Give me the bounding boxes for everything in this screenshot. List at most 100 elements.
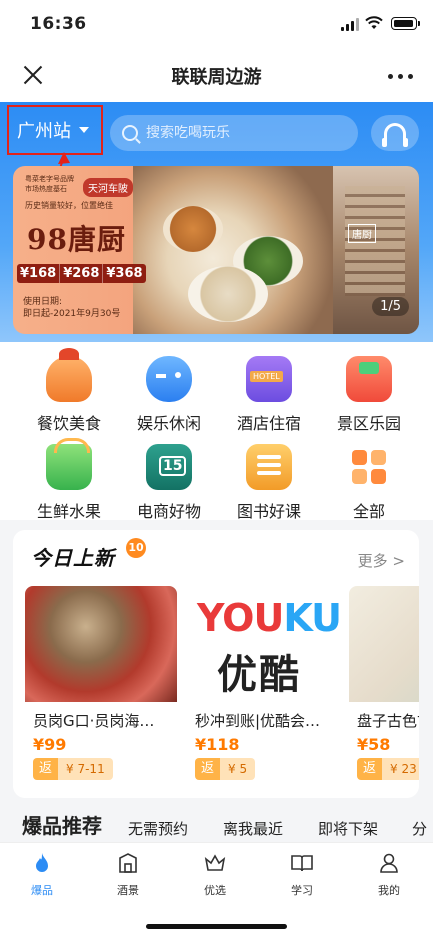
youku-logo-cn: 优酷 bbox=[217, 652, 301, 698]
category-hotel[interactable]: 酒店住宿 bbox=[219, 356, 319, 434]
hotel-building-icon bbox=[119, 853, 137, 873]
tab-hot-picks[interactable]: 爆品推荐 bbox=[22, 810, 102, 839]
category-label: 景区乐园 bbox=[336, 414, 401, 433]
rebate-tag: 返 ¥ 5 bbox=[195, 758, 256, 780]
product-name: 盘子古色古 bbox=[357, 712, 419, 730]
search-icon bbox=[122, 125, 138, 141]
tab-hotel-scenic[interactable]: 酒景 bbox=[98, 851, 158, 898]
banner-page-indicator: 1/5 bbox=[372, 297, 409, 316]
banner-price: ¥168 bbox=[17, 264, 61, 283]
product-price: ¥99 bbox=[33, 735, 67, 754]
category-all[interactable]: 全部 bbox=[319, 444, 419, 522]
rebate-value: ¥ 7-11 bbox=[58, 758, 113, 780]
tab-label: 爆品 bbox=[31, 884, 53, 897]
status-time: 16:36 bbox=[30, 14, 87, 34]
crown-basket-icon bbox=[204, 854, 226, 871]
rebate-label: 返 bbox=[357, 758, 383, 780]
product-name: 秒冲到账|优酷会… bbox=[195, 712, 321, 730]
category-food[interactable]: 餐饮美食 bbox=[19, 348, 119, 434]
tab-mine[interactable]: 我的 bbox=[359, 851, 419, 898]
product-card[interactable]: 员岗G口·员岗海… ¥99 返 ¥ 7-11 bbox=[25, 586, 177, 782]
tab-label: 优选 bbox=[204, 884, 226, 897]
product-image bbox=[25, 586, 177, 702]
section-title: 今日上新 bbox=[31, 546, 115, 570]
category-books[interactable]: 图书好课 bbox=[219, 444, 319, 522]
category-label: 餐饮美食 bbox=[36, 414, 101, 433]
headset-icon bbox=[382, 123, 408, 147]
more-link[interactable]: 更多 > bbox=[358, 550, 405, 571]
tab-learning[interactable]: 学习 bbox=[272, 851, 332, 898]
gamepad-icon bbox=[146, 356, 192, 402]
tab-preferred[interactable]: 优选 bbox=[185, 851, 245, 898]
promo-banner[interactable]: 唐厨 粤菜老字号品牌 市场热度基石 天河车陂 历史销量较好，位置绝佳 98唐厨 … bbox=[13, 166, 419, 334]
rebate-label: 返 bbox=[195, 758, 221, 780]
banner-price: ¥268 bbox=[60, 264, 104, 283]
banner-price: ¥368 bbox=[106, 266, 143, 281]
nav-bar: 联联周边游 bbox=[0, 48, 433, 102]
shopping-bag-icon bbox=[146, 444, 192, 490]
product-price: ¥58 bbox=[357, 735, 391, 754]
category-label: 全部 bbox=[352, 502, 385, 521]
tab-no-reservation[interactable]: 无需预约 bbox=[128, 818, 188, 839]
open-book-icon bbox=[291, 855, 313, 872]
product-card[interactable]: YOUKU 优酷 秒冲到账|优酷会… ¥118 返 ¥ 5 bbox=[187, 586, 339, 782]
person-icon bbox=[380, 853, 398, 873]
product-image: YOUKU 优酷 bbox=[187, 586, 339, 702]
product-card[interactable]: 盘子古色古 ¥58 返 ¥ 23 bbox=[349, 586, 419, 782]
filter-tabs: 爆品推荐 无需预约 离我最近 即将下架 分 bbox=[0, 806, 433, 846]
city-selector[interactable]: 广州站 bbox=[7, 105, 103, 155]
battery-icon bbox=[391, 17, 420, 30]
product-price: ¥118 bbox=[195, 735, 240, 754]
category-label: 电商好物 bbox=[136, 502, 201, 521]
tab-label: 我的 bbox=[378, 884, 400, 897]
rebate-value: ¥ 23 bbox=[382, 758, 419, 780]
banner-dish bbox=[163, 206, 223, 252]
category-ecommerce[interactable]: 电商好物 bbox=[119, 444, 219, 522]
category-label: 图书好课 bbox=[236, 502, 301, 521]
today-new-section: 今日上新 10 更多 > 员岗G口·员岗海… ¥99 返 ¥ 7-11 YOUK… bbox=[13, 530, 419, 798]
book-icon bbox=[246, 444, 292, 490]
banner-brand-name: 98唐厨 bbox=[27, 223, 126, 256]
category-fruit[interactable]: 生鲜水果 bbox=[19, 438, 119, 522]
flame-icon bbox=[36, 853, 48, 872]
search-bar[interactable] bbox=[110, 115, 358, 151]
park-icon bbox=[346, 356, 392, 402]
city-label: 广州站 bbox=[17, 121, 71, 142]
category-park[interactable]: 景区乐园 bbox=[319, 356, 419, 434]
food-icon bbox=[46, 348, 92, 402]
tab-ending-soon[interactable]: 即将下架 bbox=[318, 818, 378, 839]
grid-icon bbox=[346, 444, 392, 490]
tab-label: 酒景 bbox=[117, 884, 139, 897]
banner-date-value: 即日起-2021年9月30号 bbox=[23, 309, 121, 319]
hotel-icon bbox=[246, 356, 292, 402]
tab-more[interactable]: 分 bbox=[412, 818, 427, 839]
search-input[interactable] bbox=[146, 125, 336, 141]
wifi-icon bbox=[365, 16, 383, 29]
new-count-badge: 10 bbox=[126, 538, 146, 558]
signal-icon bbox=[341, 18, 359, 31]
category-label: 生鲜水果 bbox=[36, 502, 101, 521]
customer-service-button[interactable] bbox=[371, 115, 419, 151]
more-options-icon[interactable] bbox=[388, 74, 413, 79]
rebate-value: ¥ 5 bbox=[220, 758, 256, 780]
product-image bbox=[349, 586, 419, 702]
banner-prices: ¥168 ¥268 ¥368 bbox=[17, 264, 146, 283]
product-name: 员岗G口·员岗海… bbox=[33, 712, 155, 730]
category-grid: 餐饮美食 娱乐休闲 酒店住宿 景区乐园 生鲜水果 电商好物 图书好课 全部 bbox=[0, 342, 433, 522]
status-bar: 16:36 bbox=[0, 0, 433, 48]
fruit-basket-icon bbox=[46, 438, 92, 490]
youku-logo: YOUKU bbox=[197, 596, 339, 640]
banner-building-sign: 唐厨 bbox=[348, 224, 376, 243]
page-title: 联联周边游 bbox=[171, 67, 262, 88]
rebate-tag: 返 ¥ 7-11 bbox=[33, 758, 113, 780]
tab-hot[interactable]: 爆品 bbox=[12, 851, 72, 898]
category-entertainment[interactable]: 娱乐休闲 bbox=[119, 356, 219, 434]
banner-dish bbox=[188, 266, 268, 322]
banner-brand-tag: 粤菜老字号品牌 市场热度基石 bbox=[25, 175, 74, 193]
rebate-label: 返 bbox=[33, 758, 59, 780]
banner-location-tag: 天河车陂 bbox=[83, 178, 133, 197]
rebate-tag: 返 ¥ 23 bbox=[357, 758, 419, 780]
tab-nearest[interactable]: 离我最近 bbox=[223, 818, 283, 839]
banner-description: 历史销量较好，位置绝佳 bbox=[25, 201, 113, 210]
tab-label: 学习 bbox=[291, 884, 313, 897]
